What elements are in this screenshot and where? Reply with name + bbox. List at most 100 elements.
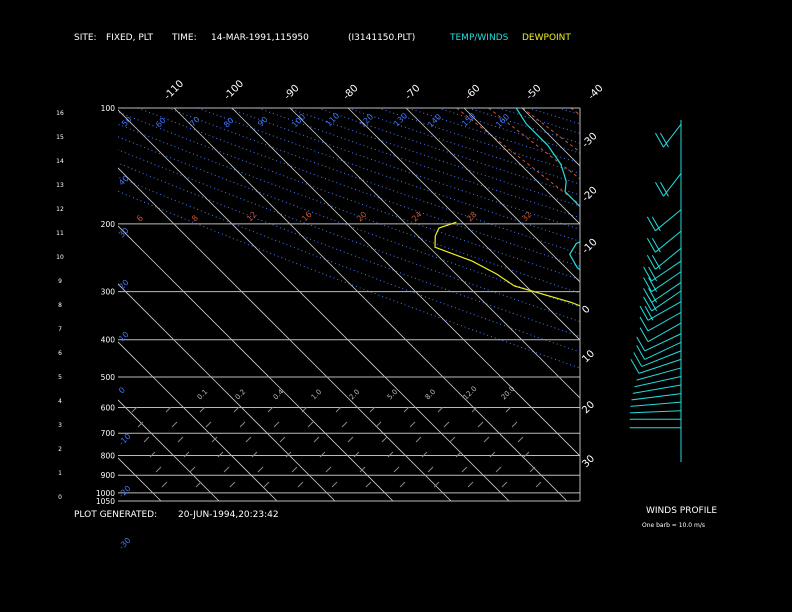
barb-note: One barb = 10.0 m/s [642,522,705,529]
wind-tick [393,466,400,473]
height-label: 3 [58,422,62,429]
mixing-ratio-line [785,108,792,499]
mixing-low-label: 8.0 [424,388,438,402]
height-label: 7 [58,326,62,333]
adiabat-left-label: -30 [117,536,133,552]
adiabat-left-label: 10 [117,330,131,344]
wind-tick [245,436,252,443]
adiabat-label: 130 [392,111,409,128]
adiabat-label-group: 130 [392,111,409,128]
isotherm-line [118,457,162,501]
wind-tick [477,421,484,428]
mixing-low-label: 0.2 [234,388,248,402]
wind-barb-flag [655,132,664,148]
wind-tick [467,481,474,488]
wind-barb-shaft [629,410,682,414]
isotherm-line [579,108,580,109]
adiabat-label: 70 [188,115,202,129]
temp-top-label: -50 [524,83,543,102]
wind-tick [489,451,496,458]
wind-tick [415,436,422,443]
wind-tick [501,481,508,488]
mixing-top-label-group: 12 [245,210,259,224]
temp-top-label-group: -100 [222,78,246,102]
wind-tick [517,436,524,443]
wind-tick [381,436,388,443]
pressure-label: 700 [101,429,116,438]
temp-top-label: -110 [162,78,186,102]
wind-tick [149,451,156,458]
pressure-label: 600 [101,403,116,412]
temp-right-label-group: -20 [580,185,599,204]
mixing-low-label: 20.0 [500,385,517,402]
pressure-label: 400 [101,336,116,345]
wind-tick [171,421,178,428]
wind-barb-shaft [655,209,682,232]
wind-tick [455,451,462,458]
wind-tick [331,481,338,488]
mixing-top-label-group: 28 [465,210,479,224]
adiabat-left-label: 0 [117,385,127,395]
adiabat-left-label: -20 [117,484,133,500]
mixing-ratio-line [724,108,792,499]
dry-adiabat-line [287,108,580,207]
height-label: 0 [58,494,62,501]
temp-top-label: -100 [222,78,246,102]
isotherm-line [173,108,568,501]
wind-barb-shaft [644,333,682,352]
pressure-label: 300 [101,288,116,297]
adiabat-left-label-group: 30 [117,226,131,240]
temp-right-label-group: -10 [580,237,599,256]
dry-adiabat-line [497,108,580,134]
temp-right-label: 20 [580,399,597,416]
wind-tick [217,451,224,458]
mixing-low-label: 12.0 [462,385,479,402]
mixing-top-label: 16 [300,210,314,224]
wind-tick [195,481,202,488]
wind-tick [535,481,542,488]
adiabat-label: 160 [494,112,511,129]
adiabat-left-label-group: 40 [117,174,131,188]
wind-barb-flag [636,345,646,360]
wind-barb-flag [646,237,656,253]
wind-tick [365,481,372,488]
temp-right-label: -20 [580,185,599,204]
wind-barb-shaft [638,358,682,374]
mixing-low-label-group: 0.1 [196,388,210,402]
mixing-low-label: 1.0 [310,388,324,402]
wind-tick [229,481,236,488]
wind-barb-shaft [651,271,682,293]
height-label: 14 [56,158,64,165]
mixing-top-label: 24 [410,210,424,224]
adiabat-label: 50 [120,115,134,129]
wind-barb-shaft [631,393,682,401]
sounding-series [434,108,580,307]
adiabat-label: 120 [358,112,375,129]
adiabat-label: 90 [256,115,270,129]
wind-barb-shaft [655,230,682,253]
adiabat-label: 100 [290,112,307,129]
isotherm-line [231,108,580,457]
mixing-top-label-group: 32 [520,210,534,224]
dry-adiabat-line [118,136,580,308]
wind-tick [427,466,434,473]
temp-top-label-group: -80 [341,83,360,102]
wind-tick [443,421,450,428]
adiabat-label: 80 [222,116,236,130]
isotherm-line [754,108,792,501]
adiabat-label-group: 90 [256,115,270,129]
wind-tick [511,421,518,428]
mixing-low-label-group: 8.0 [424,388,438,402]
adiabat-left-label: 30 [117,226,131,240]
wind-tick [399,481,406,488]
temp-top-label-group: -70 [403,83,422,102]
height-label: 5 [58,374,62,381]
adiabat-left-label-group: 20 [117,278,131,292]
mixing-ratio-line [760,108,792,499]
mixing-low-label-group: 0.2 [234,388,248,402]
pressure-label: 200 [101,220,116,229]
wind-tick [189,466,196,473]
isotherm-line [463,108,580,225]
wind-barb-flag [643,296,653,312]
adiabat-label-group: 150 [460,111,477,128]
